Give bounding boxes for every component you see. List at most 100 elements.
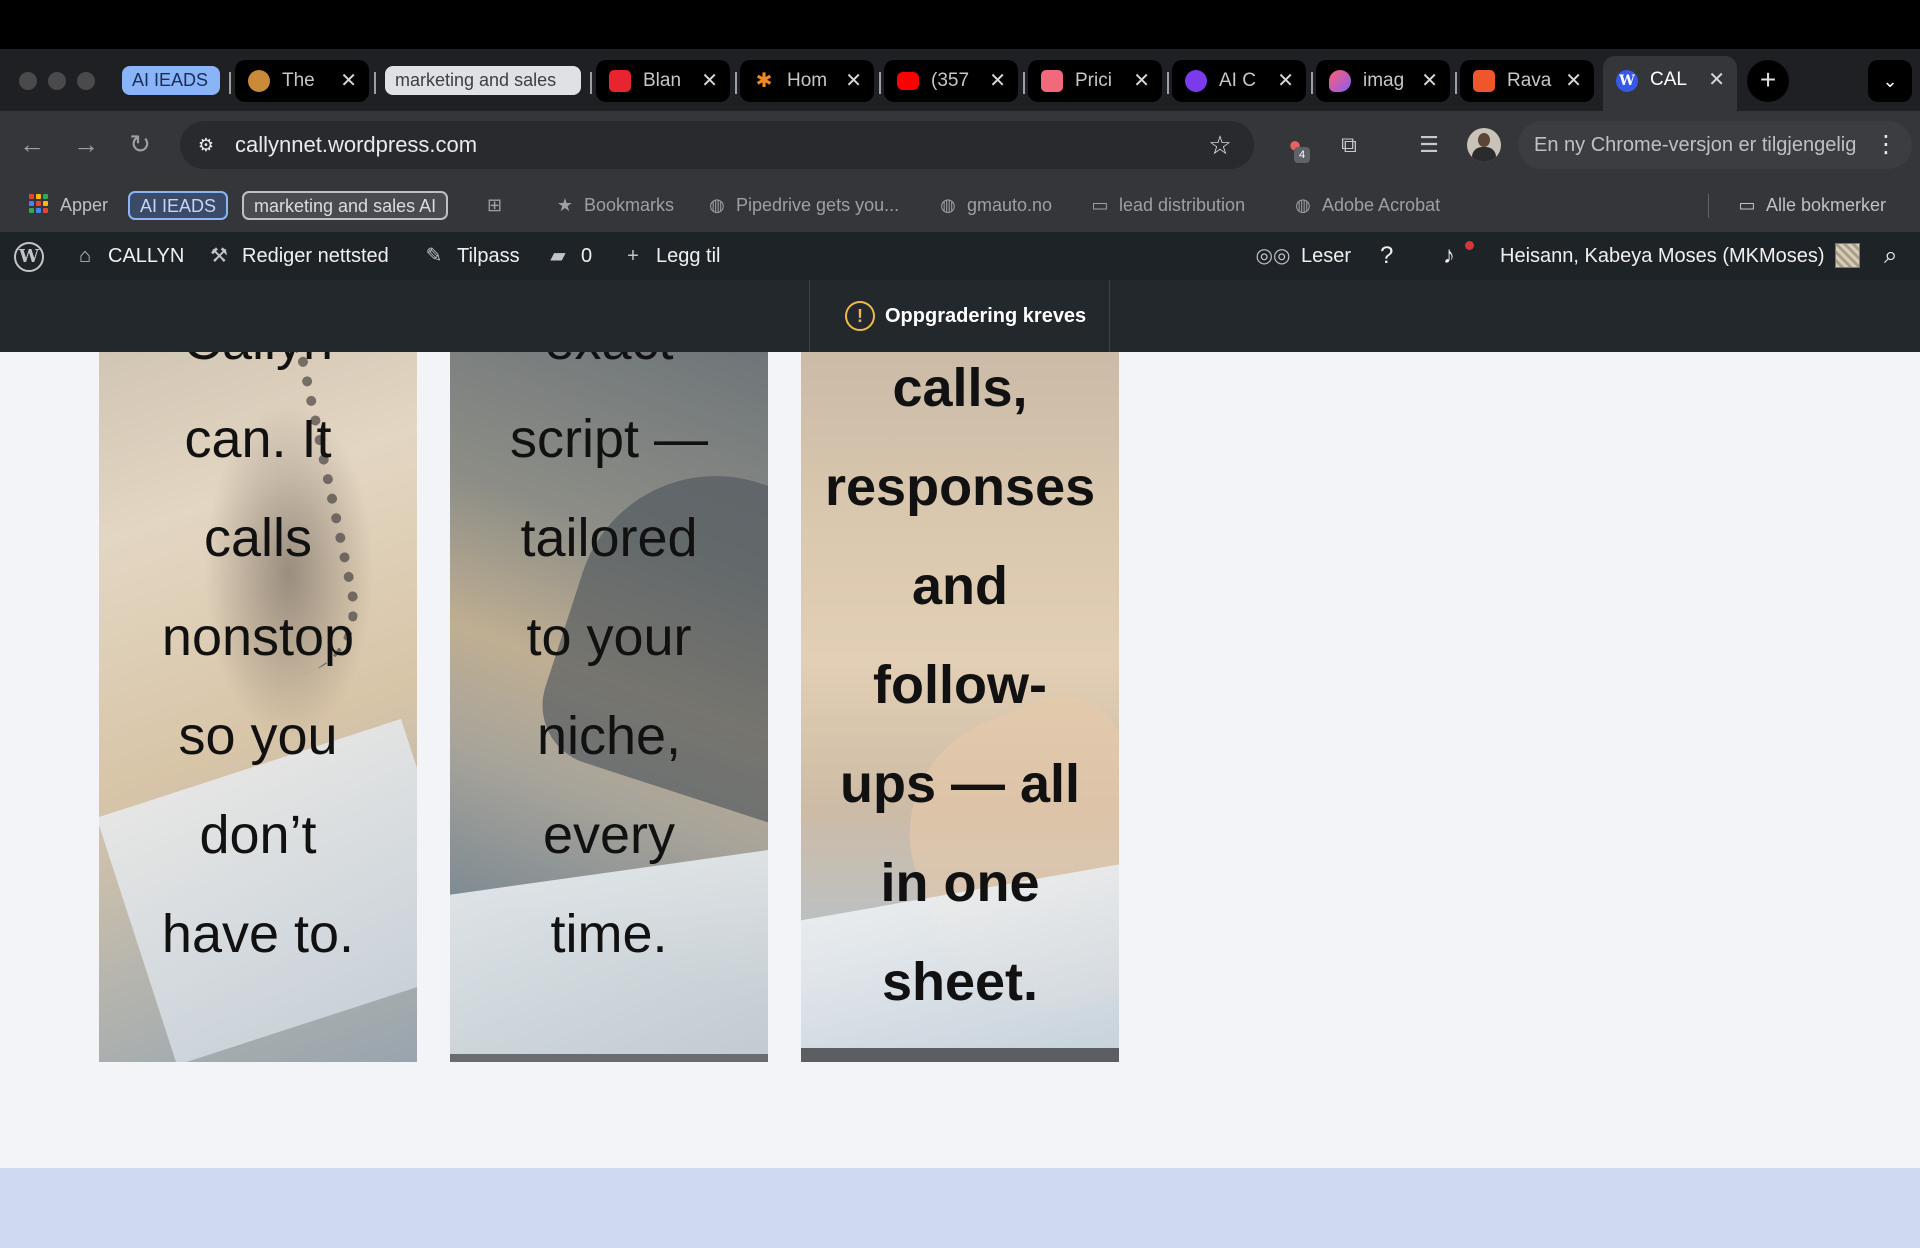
chrome-update-button[interactable]: En ny Chrome-versjon er tilgjengelig ⋮ xyxy=(1518,121,1912,169)
wp-add-new[interactable]: + Legg til xyxy=(620,232,720,280)
tab-title: CAL xyxy=(1650,69,1687,90)
tab-search-button[interactable]: ⌄ xyxy=(1868,60,1912,102)
forward-button[interactable]: → xyxy=(68,126,104,162)
bookmark-label: Alle bokmerker xyxy=(1766,195,1887,215)
bookmark-bookmarks[interactable]: ★ Bookmarks xyxy=(554,179,674,232)
tab-rava[interactable]: Rava ✕ xyxy=(1460,60,1594,102)
wp-reader-label: Leser xyxy=(1301,245,1352,267)
tab-group-ai-ieads[interactable]: AI IEADS xyxy=(122,66,220,95)
feature-card-1: Callyn can. It calls nonstop so you don’… xyxy=(99,352,417,1062)
tab-youtube[interactable]: (357 ✕ xyxy=(884,60,1018,102)
back-button[interactable]: ← xyxy=(14,126,50,162)
card-text-line: so you xyxy=(178,706,338,766)
close-icon[interactable]: ✕ xyxy=(1565,60,1582,102)
all-bookmarks[interactable]: ▭ Alle bokmerker xyxy=(1736,179,1886,232)
reading-list-icon[interactable]: ☰ xyxy=(1412,128,1446,162)
tab-title: imag xyxy=(1363,70,1405,91)
close-icon[interactable]: ✕ xyxy=(340,60,357,102)
warning-icon: ! xyxy=(845,301,875,331)
close-icon[interactable]: ✕ xyxy=(1708,56,1725,104)
search-icon[interactable]: ⌕ xyxy=(1884,232,1897,280)
wp-customize-label: Tilpass xyxy=(457,245,520,267)
card-text-line: can. It xyxy=(184,409,332,469)
tab-the[interactable]: The ✕ xyxy=(235,60,369,102)
close-icon[interactable]: ✕ xyxy=(1133,60,1150,102)
card-text-line: script — xyxy=(509,409,709,469)
close-icon[interactable]: ✕ xyxy=(701,60,718,102)
close-icon[interactable]: ✕ xyxy=(989,60,1006,102)
tab-favicon-icon xyxy=(248,70,270,92)
bookmark-lead-distribution[interactable]: ▭ lead distribution xyxy=(1089,179,1245,232)
card-text-line: to your xyxy=(526,607,692,667)
bookmark-star-icon[interactable]: ☆ xyxy=(1203,128,1237,162)
tab-separator xyxy=(1167,72,1169,94)
tab-blan[interactable]: Blan ✕ xyxy=(596,60,730,102)
more-menu-icon[interactable]: ⋮ xyxy=(1874,121,1898,169)
close-icon[interactable]: ✕ xyxy=(1277,60,1294,102)
window-close-button[interactable] xyxy=(19,72,37,90)
apps-grid-icon[interactable] xyxy=(29,194,49,214)
wp-customize[interactable]: ✎ Tilpass xyxy=(421,232,520,280)
bookmark-apps[interactable]: Apper xyxy=(60,179,108,232)
upgrade-required-notice[interactable]: ! Oppgradering kreves xyxy=(809,280,1110,352)
tab-hom[interactable]: ✱ Hom ✕ xyxy=(740,60,874,102)
close-icon[interactable]: ✕ xyxy=(845,60,862,102)
hammer-icon: ⚒ xyxy=(210,245,228,267)
url-text[interactable]: callynnet.wordpress.com xyxy=(235,121,477,169)
notice-text: Oppgradering kreves xyxy=(885,305,1087,327)
close-icon[interactable]: ✕ xyxy=(1421,60,1438,102)
card-text-line: and xyxy=(911,556,1008,616)
tab-separator xyxy=(879,72,881,94)
bookmarks-divider xyxy=(1708,194,1709,218)
wp-site-label: CALLYN xyxy=(108,245,185,267)
tab-title: Blan xyxy=(643,70,682,91)
youtube-icon xyxy=(897,72,919,90)
sparkle-icon: ✱ xyxy=(755,70,773,92)
wordpress-logo-icon[interactable]: W xyxy=(14,242,44,272)
tab-group-marketing-and-sales[interactable]: marketing and sales xyxy=(385,66,581,95)
wp-edit-label: Rediger nettsted xyxy=(242,245,389,267)
card-text-line: every xyxy=(542,805,676,865)
tab-imag[interactable]: imag ✕ xyxy=(1316,60,1450,102)
tab-title: The xyxy=(282,70,315,91)
bell-icon[interactable]: ♪ xyxy=(1443,232,1455,280)
grid-icon[interactable]: ⊞ xyxy=(487,179,502,232)
wp-user-greeting[interactable]: Heisann, Kabeya Moses (MKMoses) xyxy=(1500,232,1825,280)
new-tab-button[interactable]: + xyxy=(1747,60,1789,102)
wp-reader[interactable]: ◎◎ Leser xyxy=(1255,232,1351,280)
bookmark-gmauto[interactable]: ◍ gmauto.no xyxy=(937,179,1052,232)
card-text-line: in one xyxy=(880,853,1040,913)
wp-site-name[interactable]: ⌂ CALLYN xyxy=(72,232,184,280)
tab-separator xyxy=(229,72,231,94)
card-text-line: have to. xyxy=(161,904,355,964)
tab-prici[interactable]: Prici ✕ xyxy=(1028,60,1162,102)
user-avatar[interactable] xyxy=(1835,243,1860,268)
wp-comments[interactable]: ▰ 0 xyxy=(545,232,592,280)
card-text-line: calls, xyxy=(892,358,1028,418)
window-zoom-button[interactable] xyxy=(77,72,95,90)
site-settings-icon[interactable]: ⚙ xyxy=(192,131,220,159)
comment-icon: ▰ xyxy=(550,245,566,267)
help-icon[interactable]: ? xyxy=(1380,232,1393,280)
puzzle-icon[interactable]: ⧉ xyxy=(1332,128,1366,162)
reload-button[interactable]: ↻ xyxy=(122,126,158,162)
bookmark-pipedrive[interactable]: ◍ Pipedrive gets you... xyxy=(706,179,899,232)
tab-ai-c[interactable]: AI C ✕ xyxy=(1172,60,1306,102)
profile-avatar[interactable] xyxy=(1467,128,1501,162)
tab-favicon-icon xyxy=(1041,70,1063,92)
window-minimize-button[interactable] xyxy=(48,72,66,90)
bookmark-adobe-acrobat[interactable]: ◍ Adobe Acrobat xyxy=(1292,179,1440,232)
glasses-icon: ◎◎ xyxy=(1255,245,1291,267)
home-icon: ⌂ xyxy=(78,245,92,267)
tab-title: AI C xyxy=(1219,70,1256,91)
card-text-line: responses xyxy=(825,457,1096,517)
card-text-line: tailored xyxy=(520,508,698,568)
wp-edit-site[interactable]: ⚒ Rediger nettsted xyxy=(206,232,389,280)
bookmark-label: Pipedrive gets you... xyxy=(736,195,900,215)
card-text-line: niche, xyxy=(536,706,682,766)
tab-favicon-icon xyxy=(1473,70,1495,92)
tab-cal-active[interactable]: W CAL ✕ xyxy=(1603,56,1737,111)
bookmark-group-marketing[interactable]: marketing and sales AI xyxy=(242,191,449,220)
bookmark-group-ai-ieads[interactable]: AI IEADS xyxy=(128,191,229,220)
tab-separator xyxy=(1311,72,1313,94)
